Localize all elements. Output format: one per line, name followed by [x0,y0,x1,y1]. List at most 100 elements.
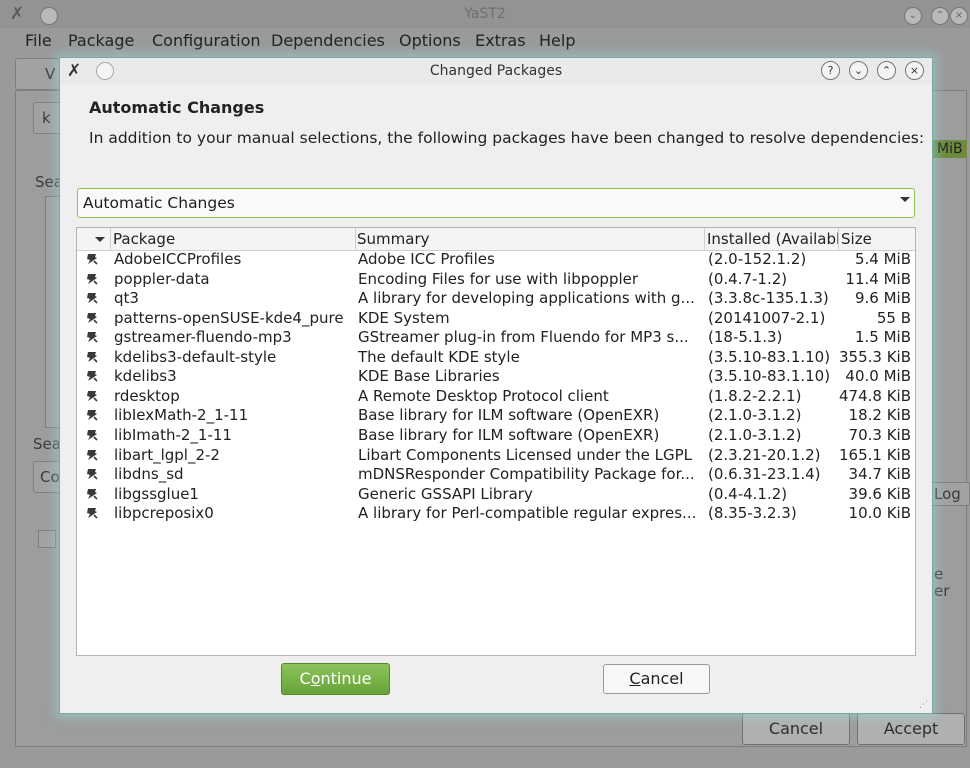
table-row[interactable]: poppler-data Encoding Files for use with … [77,270,915,290]
auto-install-icon[interactable] [85,504,101,524]
table-row[interactable]: libart_lgpl_2-2 Libart Components License… [77,446,915,466]
column-header-package[interactable]: Package [111,228,356,250]
cell-installed: (3.3.8c-135.1.3) [708,289,829,308]
cell-installed: (3.5.10-83.1.10) [708,367,831,386]
auto-install-icon[interactable] [85,465,101,485]
cell-installed: (2.1.0-3.1.2) [708,425,802,444]
cell-installed: (1.8.2-2.2.1) [708,386,802,405]
column-header-size[interactable]: Size [839,228,915,250]
cell-package: libart_lgpl_2-2 [114,445,220,464]
cell-installed: (8.35-3.2.3) [708,504,797,523]
cell-summary: Encoding Files for use with libpoppler [358,269,639,288]
table-row[interactable]: kdelibs3 KDE Base Libraries (3.5.10-83.1.1… [77,367,915,387]
resize-grip-icon[interactable]: ⋰ [919,700,929,710]
main-cancel-label: Cancel [768,719,824,738]
cell-size: 11.4 MiB [845,269,911,288]
cell-size: 355.3 KiB [839,347,911,366]
menubar: File Package Configuration Dependencies … [0,28,970,52]
menu-extras: Extras [475,31,526,50]
cell-installed: (2.3.21-20.1.2) [708,445,821,464]
table-row[interactable]: libgssglue1 Generic GSSAPI Library (0.4-4.… [77,485,915,505]
table-row[interactable]: libImath-2_1-11 Base library for ILM soft… [77,426,915,446]
packages-table[interactable]: Package Summary Installed (Available) Si… [76,227,916,656]
cell-package: libgssglue1 [114,484,199,503]
bg-text-fragment-2: er [934,582,950,600]
cell-package: gstreamer-fluendo-mp3 [114,328,292,347]
minimize-icon[interactable]: ⌄ [849,61,868,80]
bg-combo-text: Co [40,468,60,486]
column-header-installed[interactable]: Installed (Available) [705,228,839,250]
auto-install-icon[interactable] [85,270,101,290]
dialog-titlebar: ✗ Changed Packages ? ⌄ ⌃ × [60,58,932,84]
close-icon[interactable]: × [905,61,924,80]
help-icon[interactable]: ? [821,61,840,80]
cancel-button[interactable]: Cancel [603,664,710,694]
filter-combobox[interactable]: Automatic Changes [77,188,915,218]
cell-package: libImath-2_1-11 [114,425,232,444]
auto-install-icon[interactable] [85,328,101,348]
main-window-title: YaST2 [464,6,506,22]
cell-size: 474.8 KiB [839,386,911,405]
bg-field-text: k [42,109,51,127]
main-accept-button: Accept [857,713,965,745]
continue-label-first: C [299,669,311,688]
auto-install-icon[interactable] [85,289,101,309]
cell-summary: Base library for ILM software (OpenEXR) [358,425,660,444]
menu-help: Help [539,31,576,50]
menu-file: File [25,31,52,50]
auto-install-icon[interactable] [85,406,101,426]
cell-size: 39.6 KiB [848,484,911,503]
cell-summary: Base library for ILM software (OpenEXR) [358,406,660,425]
maximize-icon[interactable]: ⌃ [877,61,896,80]
bg-checkbox [38,530,56,548]
cell-size: 40.0 MiB [845,367,911,386]
continue-button[interactable]: Continue [281,663,390,695]
table-row[interactable]: gstreamer-fluendo-mp3 GStreamer plug-in f… [77,328,915,348]
auto-install-icon[interactable] [85,485,101,505]
cell-size: 18.2 KiB [848,406,911,425]
auto-install-icon[interactable] [85,426,101,446]
table-row[interactable]: kdelibs3-default-style The default KDE st… [77,348,915,368]
cancel-label-rest: ancel [640,669,684,688]
auto-install-icon[interactable] [85,348,101,368]
table-row[interactable]: libdns_sd mDNSResponder Compatibility Pac… [77,465,915,485]
close-icon: × [950,7,968,25]
bg-text-fragment: e [934,565,944,583]
cell-package: patterns-openSUSE-kde4_pure [114,308,344,327]
continue-accelerator: o [310,669,321,688]
cell-package: libdns_sd [114,465,184,484]
cell-package: kdelibs3-default-style [114,347,277,366]
cell-installed: (0.4-4.1.2) [708,484,788,503]
table-row[interactable]: libIexMath-2_1-11 Base library for ILM so… [77,406,915,426]
cell-size: 9.6 MiB [854,289,911,308]
auto-install-icon[interactable] [85,309,101,329]
table-header: Package Summary Installed (Available) Si… [77,228,915,251]
auto-install-icon[interactable] [85,387,101,407]
cell-summary: A Remote Desktop Protocol client [358,386,609,405]
sort-column-header[interactable] [77,228,111,250]
cell-summary: A library for developing applications wi… [358,289,695,308]
cell-size: 5.4 MiB [854,250,911,268]
table-row[interactable]: libpcreposix0 A library for Perl-compatib… [77,504,915,524]
cell-package: qt3 [114,289,139,308]
column-header-summary[interactable]: Summary [355,228,705,250]
cell-summary: KDE System [358,308,450,327]
auto-install-icon[interactable] [85,250,101,270]
table-row[interactable]: patterns-openSUSE-kde4_pure KDE System (20… [77,309,915,329]
continue-label-rest: ntinue [320,669,372,688]
sort-down-icon [95,237,105,242]
table-row[interactable]: qt3 A library for developing applications… [77,289,915,309]
dialog-title: Changed Packages [429,63,563,79]
cell-package: libpcreposix0 [114,504,214,523]
cell-installed: (3.5.10-83.1.10) [708,347,831,366]
menu-dependencies: Dependencies [271,31,385,50]
cell-package: kdelibs3 [114,367,177,386]
auto-install-icon[interactable] [85,367,101,387]
cell-summary: KDE Base Libraries [358,367,500,386]
cell-package: AdobeICCProfiles [114,250,242,268]
auto-install-icon[interactable] [85,446,101,466]
table-row[interactable]: rdesktop A Remote Desktop Protocol client… [77,387,915,407]
table-row[interactable]: AdobeICCProfiles Adobe ICC Profiles (2.0-1… [77,250,915,270]
bg-log-label: Log [934,485,961,503]
main-cancel-button: Cancel [742,713,850,745]
